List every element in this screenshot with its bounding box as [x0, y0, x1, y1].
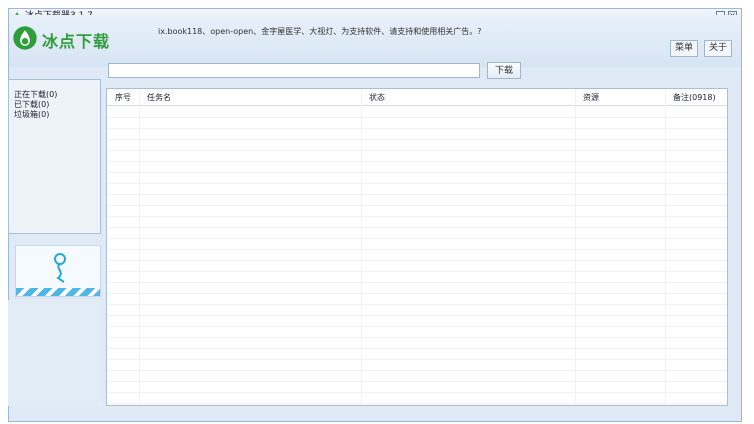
- url-input[interactable]: [108, 63, 480, 78]
- logo-text: 冰点下载: [42, 32, 111, 51]
- header-banner: [9, 15, 741, 67]
- column-header-notes[interactable]: 备注(0918): [673, 92, 716, 103]
- column-divider: [575, 89, 576, 405]
- table-header: 序号 任务名 状态 资源 备注(0918): [107, 89, 727, 106]
- column-header-resource[interactable]: 资源: [583, 92, 599, 103]
- sidebar-lower-panel: [8, 300, 101, 406]
- download-button[interactable]: 下载: [487, 62, 521, 79]
- column-header-status[interactable]: 状态: [369, 92, 385, 103]
- column-header-index[interactable]: 序号: [115, 92, 131, 103]
- notice-text: ix.book118、open-open、金字屋医学、大视灯、为支持软件、请支持…: [158, 27, 482, 36]
- task-table: 序号 任务名 状态 资源 备注(0918): [106, 88, 728, 406]
- menu-button[interactable]: 菜单: [670, 40, 699, 57]
- ad-stripe: [16, 288, 100, 296]
- sidebar-item-trash[interactable]: 垃圾箱(0): [14, 110, 49, 119]
- column-header-task-name[interactable]: 任务名: [147, 92, 171, 103]
- column-divider: [361, 89, 362, 405]
- column-divider: [139, 89, 140, 405]
- app-logo-icon: [13, 26, 37, 50]
- table-row: [107, 392, 727, 404]
- sidebar-item-downloaded[interactable]: 已下载(0): [14, 100, 49, 109]
- ad-banner[interactable]: [15, 245, 101, 297]
- about-button[interactable]: 关于: [704, 40, 733, 57]
- sidebar-item-downloading[interactable]: 正在下载(0): [14, 90, 57, 99]
- sidebar: 正在下载(0) 已下载(0) 垃圾箱(0): [8, 79, 101, 234]
- mascot-icon: [54, 253, 66, 283]
- column-divider: [665, 89, 666, 405]
